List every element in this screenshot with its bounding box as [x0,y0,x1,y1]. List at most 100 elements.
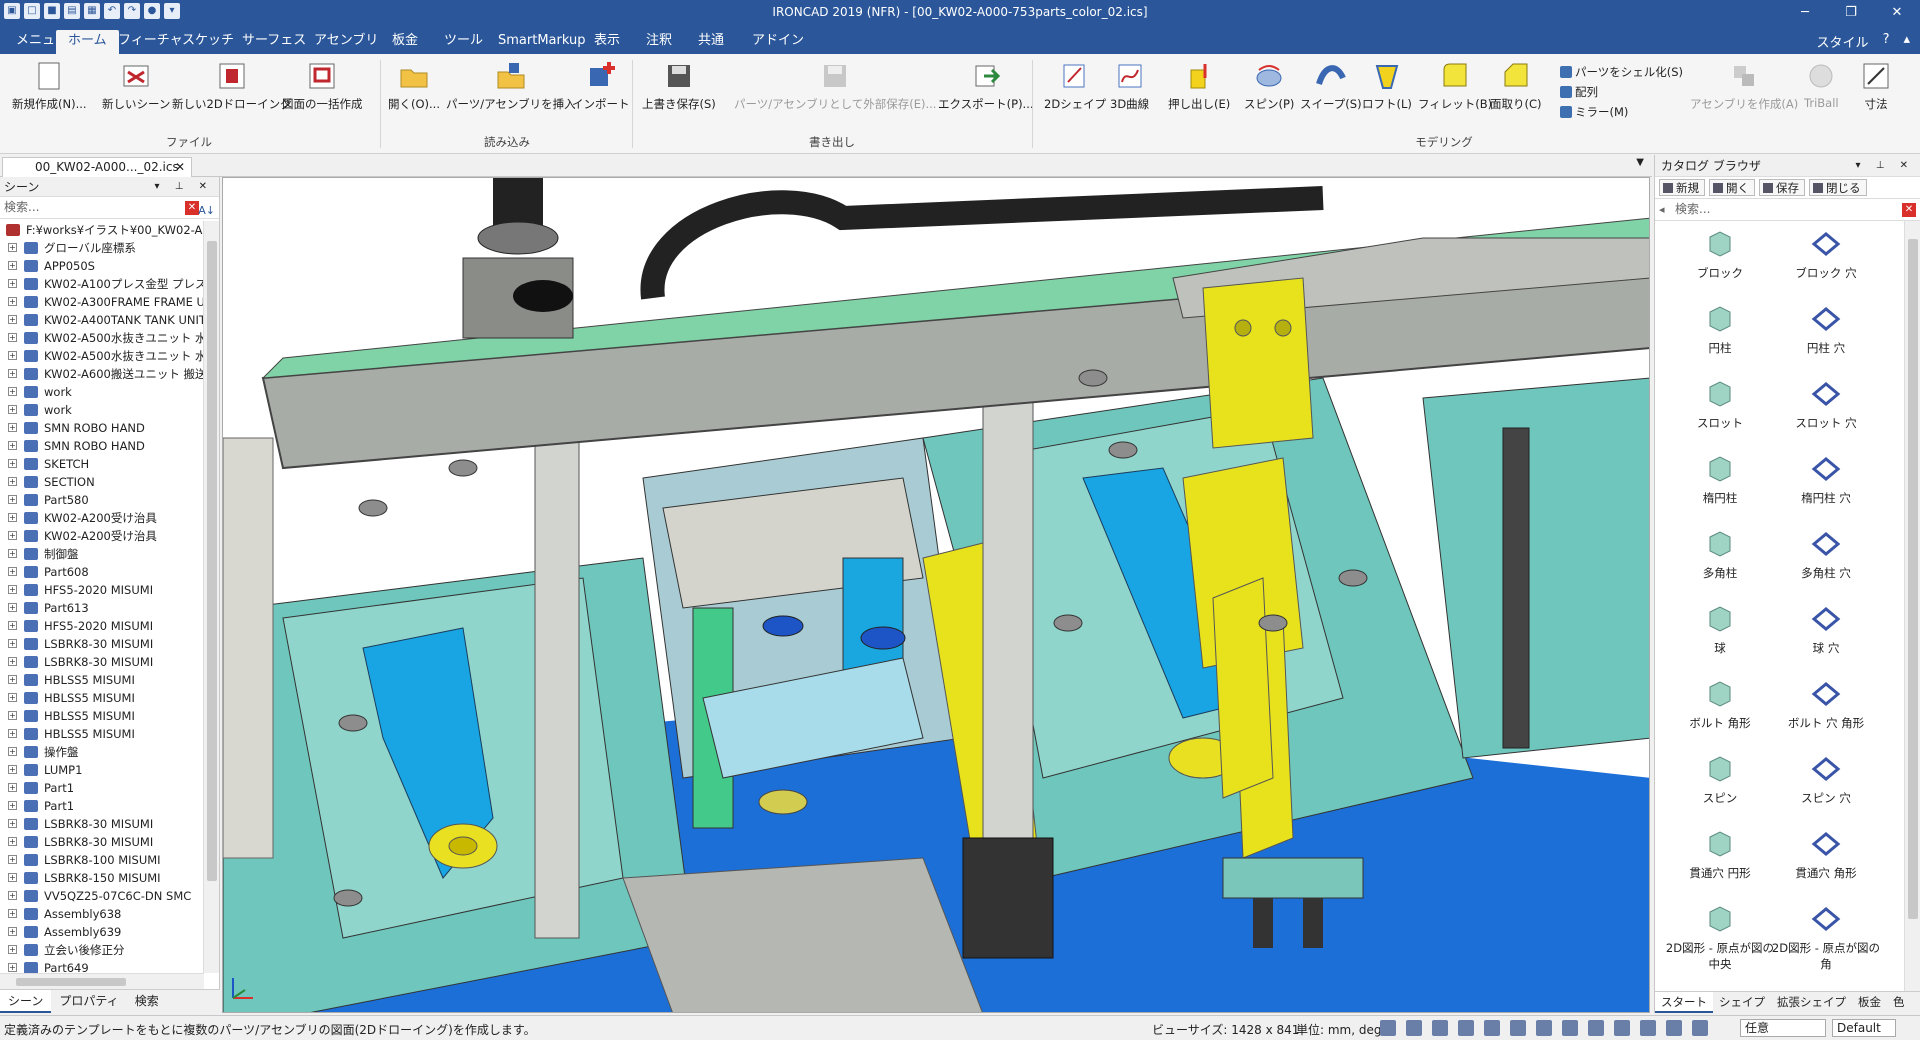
catalog-item[interactable]: 多角柱 [1665,529,1775,581]
view-cube-icon[interactable] [1432,1020,1448,1036]
tree-item[interactable]: + HBLSS5 MISUMI [0,671,204,689]
close-tab-icon[interactable]: ✕ [175,158,185,176]
expand-icon[interactable]: + [8,693,17,702]
mirror-button[interactable]: ミラー(M) [1560,104,1628,120]
catalog-item[interactable]: ボルト 角形 [1665,679,1775,731]
catalog-item[interactable]: 貫通穴 円形 [1665,829,1775,881]
section-icon[interactable] [1562,1020,1578,1036]
filter-icon[interactable] [1666,1020,1682,1036]
catalog-item[interactable]: 円柱 [1665,304,1775,356]
tab-extended-shape[interactable]: 拡張シェイプ [1771,992,1852,1013]
expand-icon[interactable]: + [8,621,17,630]
tree-item[interactable]: + LSBRK8-150 MISUMI [0,869,204,887]
tree-item[interactable]: + VV5QZ25-07C6C-DN SMC [0,887,204,905]
expand-icon[interactable]: + [8,513,17,522]
catalog-save-button[interactable]: 保存 [1759,179,1805,196]
tab-list-dropdown-icon[interactable]: ▼ [1636,157,1644,168]
export-button[interactable]: エクスポート(P)... [938,60,1034,112]
loft-button[interactable]: ロフト(L) [1362,60,1412,112]
tree-item[interactable]: + KW02-A500水抜きユニット 水抜 [0,329,204,347]
tree-item[interactable]: + KW02-A600搬送ユニット 搬送ユ [0,365,204,383]
tree-item[interactable]: + Assembly639 [0,923,204,941]
tree-item[interactable]: + APP050S [0,257,204,275]
expand-icon[interactable]: + [8,873,17,882]
expand-icon[interactable]: + [8,495,17,504]
scrollbar-thumb[interactable] [207,241,217,881]
tree-item[interactable]: + KW02-A500水抜きユニット 水抜 [0,347,204,365]
select-mode-icon[interactable] [1640,1020,1656,1036]
import-button[interactable]: インポート [572,60,630,112]
tab-scene[interactable]: シーン [0,990,52,1013]
catalog-close-button[interactable]: 閉じる [1809,179,1867,196]
tree-item[interactable]: + HFS5-2020 MISUMI [0,617,204,635]
tree-item[interactable]: + LSBRK8-30 MISUMI [0,833,204,851]
scene-vertical-scrollbar[interactable] [203,221,219,973]
orient-icon[interactable] [1458,1020,1474,1036]
catalog-search-input[interactable]: ◂ 検索... ✕ [1655,199,1920,221]
save-as-external-button[interactable]: パーツ/アセンブリとして外部保存(E)... [734,60,936,112]
tree-item[interactable]: + SMN ROBO HAND [0,419,204,437]
triball-button[interactable]: TriBall [1804,60,1839,110]
tab-annotation[interactable]: 注釈 [634,30,684,54]
catalog-item[interactable]: 貫通穴 角形 [1771,829,1881,881]
clear-search-icon[interactable]: ✕ [185,201,199,215]
shading-icon[interactable] [1536,1020,1552,1036]
tree-item[interactable]: + SKETCH [0,455,204,473]
expand-icon[interactable]: + [8,891,17,900]
expand-icon[interactable]: + [8,711,17,720]
tree-item[interactable]: + Part580 [0,491,204,509]
expand-icon[interactable]: + [8,765,17,774]
expand-icon[interactable]: + [8,387,17,396]
tab-view[interactable]: 表示 [582,30,632,54]
spin-button[interactable]: スピン(P) [1244,60,1294,112]
maximize-button[interactable]: ❐ [1828,0,1874,26]
tree-item[interactable]: + LSBRK8-30 MISUMI [0,653,204,671]
expand-icon[interactable]: + [8,585,17,594]
expand-icon[interactable]: + [8,639,17,648]
tree-item[interactable]: + LSBRK8-30 MISUMI [0,815,204,833]
new-scene-button[interactable]: 新しいシーン [102,60,170,112]
document-tab[interactable]: 00_KW02-A000..._02.ics ✕ [2,157,192,177]
catalog-item[interactable]: ブロック 穴 [1771,229,1881,281]
catalog-item[interactable]: 楕円柱 [1665,454,1775,506]
tree-item[interactable]: + グローバル座標系 [0,239,204,257]
expand-icon[interactable]: + [8,441,17,450]
tree-item[interactable]: + work [0,401,204,419]
3d-curve-button[interactable]: 3D曲線 [1110,60,1149,112]
3d-viewport[interactable] [222,177,1650,1013]
extrude-button[interactable]: 押し出し(E) [1168,60,1230,112]
tree-item[interactable]: + HBLSS5 MISUMI [0,707,204,725]
expand-icon[interactable]: + [8,819,17,828]
batch-drawing-button[interactable]: 図面の一括作成 [282,60,363,112]
tree-item[interactable]: + SMN ROBO HAND [0,437,204,455]
scene-horizontal-scrollbar[interactable] [0,973,204,989]
catalog-item[interactable]: 2D図形 - 原点が図の角 [1771,904,1881,972]
lights-icon[interactable] [1614,1020,1630,1036]
tree-item[interactable]: + KW02-A100プレス金型 プレス金 [0,275,204,293]
tree-item[interactable]: + work [0,383,204,401]
shell-part-button[interactable]: パーツをシェル化(S) [1560,64,1683,80]
tree-item[interactable]: + 制御盤 [0,545,204,563]
tree-item[interactable]: + Part1 [0,779,204,797]
expand-icon[interactable]: + [8,747,17,756]
minimize-button[interactable]: ─ [1782,0,1828,26]
pattern-button[interactable]: 配列 [1560,84,1598,100]
expand-icon[interactable]: + [8,477,17,486]
pointer-icon[interactable] [1692,1020,1708,1036]
tree-item[interactable]: + LSBRK8-100 MISUMI [0,851,204,869]
catalog-vertical-scrollbar[interactable] [1904,221,1920,991]
display-icon[interactable] [1588,1020,1604,1036]
expand-icon[interactable]: + [8,927,17,936]
tree-root[interactable]: F:¥works¥イラスト¥00_KW02-A000- [0,221,204,239]
expand-icon[interactable]: + [8,423,17,432]
expand-icon[interactable]: + [8,675,17,684]
tree-item[interactable]: + HFS5-2020 MISUMI [0,581,204,599]
tab-shape[interactable]: シェイプ [1713,992,1771,1013]
insert-part-button[interactable]: パーツ/アセンブリを挿入 [446,60,576,112]
clear-search-icon[interactable]: ✕ [1902,203,1916,217]
scrollbar-thumb[interactable] [16,978,126,986]
catalog-open-button[interactable]: 開く [1709,179,1755,196]
expand-icon[interactable]: + [8,315,17,324]
catalog-item[interactable]: 多角柱 穴 [1771,529,1881,581]
tree-item[interactable]: + HBLSS5 MISUMI [0,689,204,707]
